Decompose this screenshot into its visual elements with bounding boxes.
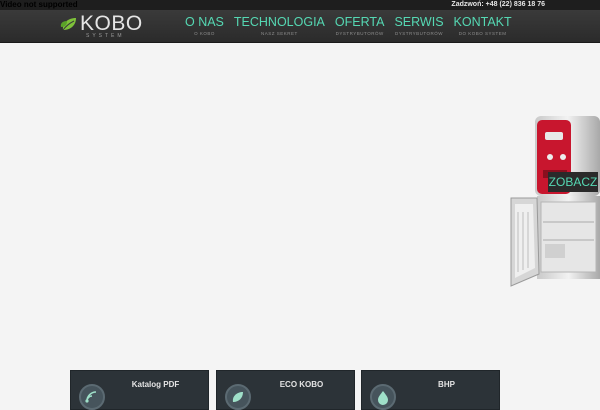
phone-number[interactable]: Zadzwoń: +48 (22) 836 18 76	[451, 0, 545, 10]
top-bar: Video not supported Zadzwoń: +48 (22) 83…	[0, 0, 600, 10]
nav-item-label: SERWIS	[394, 15, 444, 29]
card-bhp[interactable]: BHP	[361, 370, 500, 410]
zobacz-button[interactable]: ZOBACZ	[548, 172, 598, 192]
nav-item-technologia[interactable]: TECHNOLOGIA NASZ SEKRET	[229, 15, 330, 43]
nav-item-label: KONTAKT	[453, 15, 512, 29]
wifi-signal-icon	[79, 384, 105, 410]
leaf-logo-icon	[60, 18, 76, 31]
logo[interactable]: KOBO SYSTEM	[60, 13, 150, 41]
card-title: ECO KOBO	[279, 380, 324, 389]
nav-item-sublabel: NASZ SEKRET	[261, 31, 298, 36]
logo-subtitle: SYSTEM	[86, 33, 125, 39]
nav-item-serwis[interactable]: SERWIS DYSTRYBUTORÓW	[389, 15, 448, 43]
leaf-icon	[225, 384, 251, 410]
card-title: Katalog PDF	[131, 380, 180, 389]
card-katalog-pdf[interactable]: Katalog PDF	[70, 370, 209, 410]
site-header: KOBO SYSTEM O NAS O KOBO TECHNOLOGIA NAS…	[0, 10, 600, 43]
video-unsupported-message: Video not supported	[0, 0, 78, 9]
nav-item-label: TECHNOLOGIA	[233, 15, 325, 29]
nav-item-o-nas[interactable]: O NAS O KOBO	[180, 15, 229, 43]
nav-item-label: O NAS	[185, 15, 224, 29]
nav-item-label: OFERTA	[334, 15, 385, 29]
nav-item-oferta[interactable]: OFERTA DYSTRYBUTORÓW	[330, 15, 390, 43]
card-title: BHP	[438, 380, 455, 389]
nav-item-sublabel: DYSTRYBUTORÓW	[394, 31, 444, 36]
water-drop-icon	[370, 384, 396, 410]
card-eco-kobo[interactable]: ECO KOBO	[216, 370, 355, 410]
water-dispenser-image	[510, 116, 600, 287]
nav-item-sublabel: O KOBO	[194, 31, 215, 36]
logo-brand: KOBO	[80, 12, 143, 35]
nav-item-kontakt[interactable]: KONTAKT DO KOBO SYSTEM	[449, 15, 517, 43]
nav-item-sublabel: DO KOBO SYSTEM	[458, 31, 507, 36]
main-nav: O NAS O KOBO TECHNOLOGIA NASZ SEKRET OFE…	[180, 15, 517, 43]
nav-item-sublabel: DYSTRYBUTORÓW	[335, 31, 384, 36]
